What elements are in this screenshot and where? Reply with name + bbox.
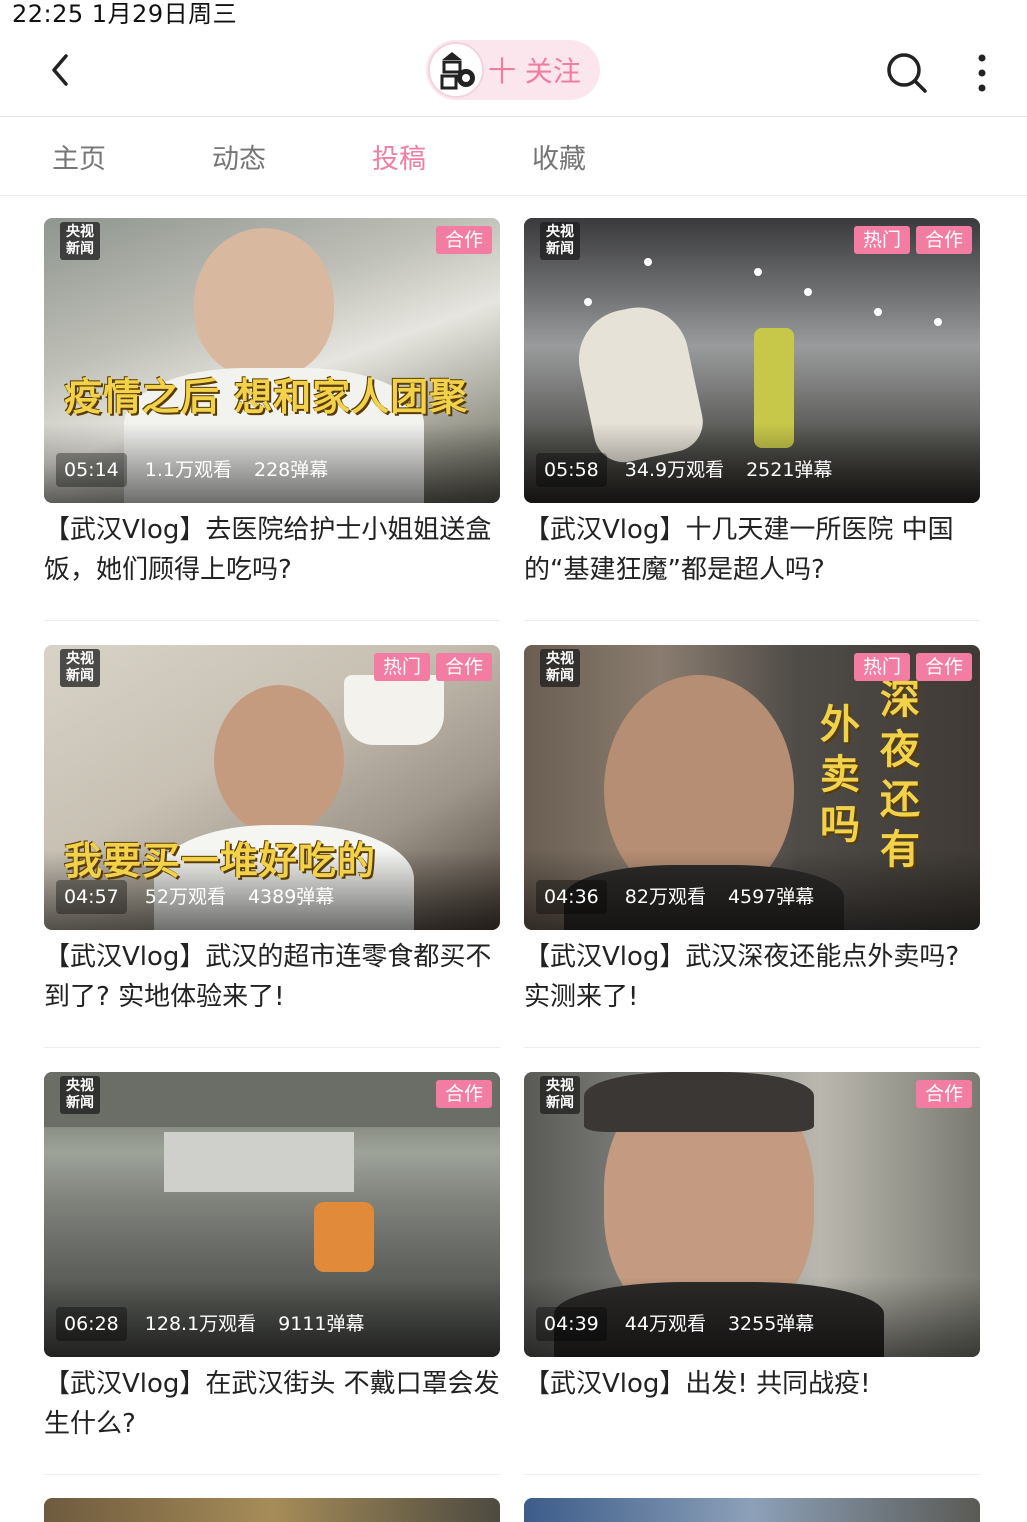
search-button[interactable] <box>884 50 930 96</box>
search-icon <box>887 53 927 93</box>
cctv-news-logo: 央视新闻 <box>60 649 100 687</box>
video-title[interactable]: 【武汉Vlog】十几天建一所医院 中国的“基建狂魔”都是超人吗? <box>524 510 984 590</box>
divider <box>44 1474 500 1475</box>
video-title[interactable]: 【武汉Vlog】武汉深夜还能点外卖吗? 实测来了! <box>524 937 984 1017</box>
danmaku-count: 9111弹幕 <box>278 1313 365 1335</box>
tab-favorites[interactable]: 收藏 <box>532 137 586 176</box>
thumbnail-caption-col2: 深夜还有 <box>880 677 920 873</box>
view-count: 1.1万观看 <box>144 459 232 481</box>
follow-label: 十 关注 <box>488 55 581 88</box>
thumbnail-building <box>164 1132 354 1192</box>
video-thumbnail[interactable]: 央视新闻 热门 合作 05:58 34.9万观看 2521弹幕 <box>524 218 980 503</box>
view-count: 52万观看 <box>144 886 226 908</box>
video-meta: 04:36 82万观看 4597弹幕 <box>524 880 814 914</box>
video-duration: 05:14 <box>56 453 127 487</box>
tag-group: 热门 合作 <box>368 653 492 681</box>
video-duration: 05:58 <box>536 453 607 487</box>
video-thumbnail[interactable]: 央视新闻 合作 04:39 44万观看 3255弹幕 <box>524 1072 980 1357</box>
video-duration: 06:28 <box>56 1307 127 1341</box>
thumbnail-scooter-rider <box>314 1202 374 1272</box>
thumbnail-caption: 疫情之后 想和家人团聚 <box>64 375 469 419</box>
video-thumbnail[interactable]: 我要买一堆好吃的 央视新闻 热门 合作 04:57 52万观看 4389弹幕 <box>44 645 500 930</box>
danmaku-count: 228弹幕 <box>253 459 329 481</box>
avatar-image <box>430 44 482 96</box>
thumbnail-figure <box>214 685 344 835</box>
divider <box>524 1474 980 1475</box>
more-button[interactable] <box>968 50 996 96</box>
tag-collab: 合作 <box>915 226 972 254</box>
thumbnail-lamp <box>344 675 444 745</box>
video-duration: 04:57 <box>56 880 127 914</box>
tag-hot: 热门 <box>853 653 910 681</box>
video-title[interactable]: 【武汉Vlog】武汉的超市连零食都买不到了? 实地体验来了! <box>44 937 504 1017</box>
video-thumbnail-partial[interactable] <box>44 1498 500 1522</box>
divider <box>44 620 500 621</box>
video-duration: 04:39 <box>536 1307 607 1341</box>
tab-uploads[interactable]: 投稿 <box>372 137 426 176</box>
tag-collab: 合作 <box>435 653 492 681</box>
video-title[interactable]: 【武汉Vlog】去医院给护士小姐姐送盒饭，她们顾得上吃吗? <box>44 510 504 590</box>
tag-group: 合作 <box>430 1080 492 1108</box>
view-count: 44万观看 <box>624 1313 706 1335</box>
tab-home[interactable]: 主页 <box>52 137 106 176</box>
back-button[interactable] <box>40 48 84 92</box>
cctv-news-logo: 央视新闻 <box>60 222 100 260</box>
profile-tabs: 主页 动态 投稿 收藏 <box>0 117 1027 196</box>
danmaku-count: 3255弹幕 <box>727 1313 815 1335</box>
channel-avatar[interactable] <box>428 42 484 98</box>
video-title[interactable]: 【武汉Vlog】出发! 共同战疫! <box>524 1364 984 1404</box>
thumbnail-figure <box>194 228 334 378</box>
view-count: 128.1万观看 <box>144 1313 257 1335</box>
divider <box>524 1047 980 1048</box>
thumbnail-figure-cap <box>584 1072 814 1132</box>
tab-activity[interactable]: 动态 <box>212 137 266 176</box>
tag-hot: 热门 <box>373 653 430 681</box>
cctv-news-logo: 央视新闻 <box>60 1076 100 1114</box>
status-time-date: 22:25 1月29日周三 <box>12 0 238 28</box>
tag-collab: 合作 <box>435 226 492 254</box>
tag-group: 合作 <box>430 226 492 254</box>
cctv-news-logo: 央视新闻 <box>540 649 580 687</box>
tag-group: 合作 <box>910 1080 972 1108</box>
video-meta: 04:57 52万观看 4389弹幕 <box>44 880 334 914</box>
tag-group: 热门 合作 <box>848 226 972 254</box>
video-title[interactable]: 【武汉Vlog】在武汉街头 不戴口罩会发生什么? <box>44 1364 504 1444</box>
danmaku-count: 4389弹幕 <box>247 886 335 908</box>
divider <box>524 620 980 621</box>
tag-hot: 热门 <box>853 226 910 254</box>
ceiling-lights <box>644 258 652 266</box>
thumbnail-caption: 我要买一堆好吃的 <box>64 839 377 883</box>
follow-button[interactable]: 十 关注 <box>426 40 600 100</box>
video-thumbnail[interactable]: 疫情之后 想和家人团聚 央视新闻 合作 05:14 1.1万观看 228弹幕 <box>44 218 500 503</box>
danmaku-count: 4597弹幕 <box>727 886 815 908</box>
more-vertical-icon <box>978 54 986 92</box>
view-count: 82万观看 <box>624 886 706 908</box>
video-thumbnail[interactable]: 外卖吗 深夜还有 央视新闻 热门 合作 04:36 82万观看 4597弹幕 <box>524 645 980 930</box>
view-count: 34.9万观看 <box>624 459 725 481</box>
status-bar: 22:25 1月29日周三 <box>0 0 1027 28</box>
video-meta: 05:58 34.9万观看 2521弹幕 <box>524 453 832 487</box>
top-nav: 十 关注 <box>0 26 1027 117</box>
video-thumbnail[interactable]: 央视新闻 合作 06:28 128.1万观看 9111弹幕 <box>44 1072 500 1357</box>
tag-collab: 合作 <box>915 653 972 681</box>
cctv-news-logo: 央视新闻 <box>540 1076 580 1114</box>
video-meta: 05:14 1.1万观看 228弹幕 <box>44 453 328 487</box>
danmaku-count: 2521弹幕 <box>746 459 833 481</box>
tag-group: 热门 合作 <box>848 653 972 681</box>
tag-collab: 合作 <box>435 1080 492 1108</box>
video-meta: 04:39 44万观看 3255弹幕 <box>524 1307 814 1341</box>
tag-collab: 合作 <box>915 1080 972 1108</box>
divider <box>44 1047 500 1048</box>
thumbnail-caption-col1: 外卖吗 <box>820 702 860 848</box>
cctv-news-logo: 央视新闻 <box>540 222 580 260</box>
chevron-left-icon <box>52 54 68 86</box>
video-thumbnail-partial[interactable] <box>524 1498 980 1522</box>
video-duration: 04:36 <box>536 880 607 914</box>
video-meta: 06:28 128.1万观看 9111弹幕 <box>44 1307 365 1341</box>
